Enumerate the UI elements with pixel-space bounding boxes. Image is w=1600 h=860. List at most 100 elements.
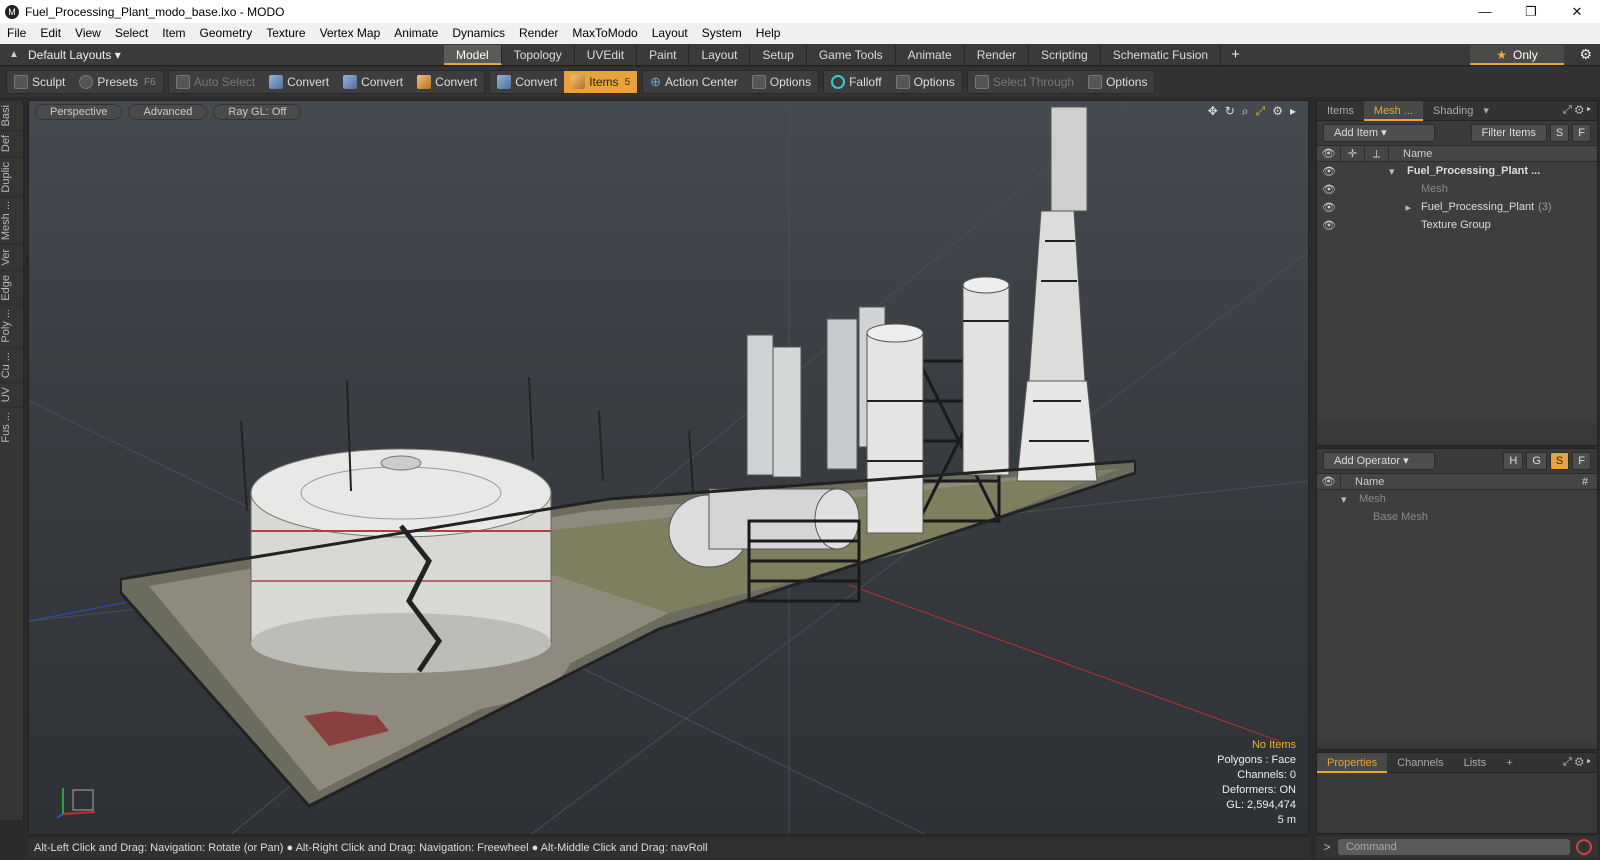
s-toggle-button[interactable]: S [1549,452,1570,470]
tab-setup[interactable]: Setup [750,44,807,65]
restore-button[interactable]: ❐ [1508,0,1554,23]
tab-uvedit[interactable]: UVEdit [575,44,638,65]
tree-row-group[interactable]: 👁 ▸ Fuel_Processing_Plant (3) [1317,198,1597,216]
convert-materials-button[interactable]: Convert [490,71,564,93]
action-center-options-button[interactable]: Options [745,71,818,93]
left-tab-basic[interactable]: Basi [0,100,24,131]
expand-panel-icon[interactable]: ⤢ ⚙ ▸ [1563,104,1597,117]
f-toggle-button[interactable]: F [1572,124,1591,142]
select-through-options-button[interactable]: Options [1081,71,1154,93]
perspective-dropdown[interactable]: Perspective [35,104,123,120]
falloff-options-button[interactable]: Options [889,71,962,93]
3d-viewport[interactable]: Perspective Advanced Ray GL: Off ✥ ↻ ⌕ ⤢… [28,100,1309,835]
convert-edges-button[interactable]: Convert [336,71,410,93]
add-tab-button[interactable]: + [1221,46,1250,63]
tab-paint[interactable]: Paint [637,44,690,65]
tab-schematic-fusion[interactable]: Schematic Fusion [1101,44,1222,65]
eye-icon[interactable]: 👁 [1317,183,1341,196]
tab-items[interactable]: Items [1317,101,1364,121]
convert-polygons-button[interactable]: Convert [410,71,484,93]
tab-animate[interactable]: Animate [896,44,965,65]
command-input[interactable]: Command [1338,839,1570,855]
select-through-button[interactable]: Select Through [968,71,1081,93]
sculpt-button[interactable]: Sculpt [7,71,72,93]
tab-layout[interactable]: Layout [689,44,751,65]
left-tab-mesh[interactable]: Mesh ... [0,196,24,245]
left-tab-duplicate[interactable]: Duplic [0,156,24,197]
eye-icon[interactable]: 👁 [1317,201,1341,214]
expand-arrow-icon[interactable]: ▾ [1389,165,1403,178]
filter-items-button[interactable]: Filter Items [1470,124,1547,142]
menu-layout[interactable]: Layout [645,23,695,44]
viewport-more-icon[interactable]: ▸ [1290,104,1296,119]
minimize-button[interactable]: — [1462,0,1508,23]
close-button[interactable]: ✕ [1554,0,1600,23]
gear-icon[interactable]: ⚙ [1579,46,1592,63]
menu-system[interactable]: System [695,23,749,44]
tab-channels[interactable]: Channels [1387,753,1453,773]
f-toggle-button[interactable]: F [1572,452,1591,470]
g-toggle-button[interactable]: G [1526,452,1547,470]
add-properties-tab-button[interactable]: + [1496,753,1522,773]
left-tab-fusion[interactable]: Fus ... [0,406,24,447]
menu-render[interactable]: Render [512,23,565,44]
tab-game-tools[interactable]: Game Tools [807,44,896,65]
add-operator-button[interactable]: Add Operator ▾ [1323,452,1435,470]
expand-panel-icon[interactable]: ⤢ ⚙ ▸ [1563,756,1597,769]
chevron-down-icon[interactable]: ▾ [1483,104,1489,117]
add-item-button[interactable]: Add Item ▾ [1323,124,1435,142]
record-icon[interactable] [1576,839,1592,855]
menu-maxtomodo[interactable]: MaxToModo [565,23,644,44]
left-tab-edge[interactable]: Edge [0,269,24,305]
menu-dynamics[interactable]: Dynamics [445,23,512,44]
action-center-button[interactable]: ⊕ Action Center [643,71,745,93]
eye-icon[interactable]: 👁 [1317,165,1341,178]
falloff-button[interactable]: Falloff [824,71,888,93]
advanced-dropdown[interactable]: Advanced [128,104,208,120]
left-tab-deform[interactable]: Def [0,130,24,157]
tab-render[interactable]: Render [965,44,1030,65]
s-toggle-button[interactable]: S [1549,124,1570,142]
tab-scripting[interactable]: Scripting [1029,44,1101,65]
raygl-toggle[interactable]: Ray GL: Off [213,104,302,120]
left-tab-curve[interactable]: Cu ... [0,347,24,383]
only-toggle[interactable]: ★ Only [1470,45,1564,65]
tab-shading[interactable]: Shading [1423,101,1483,121]
left-tab-uv[interactable]: UV [0,382,24,407]
fit-icon[interactable]: ⤢ [1256,104,1266,119]
menu-help[interactable]: Help [749,23,788,44]
expand-arrow-icon[interactable]: ▸ [1389,201,1417,214]
menu-view[interactable]: View [68,23,108,44]
menu-edit[interactable]: Edit [33,23,68,44]
h-toggle-button[interactable]: H [1503,452,1524,470]
menu-texture[interactable]: Texture [259,23,312,44]
convert-vertices-button[interactable]: Convert [262,71,336,93]
pan-icon[interactable]: ✥ [1208,104,1218,119]
viewport-gear-icon[interactable]: ⚙ [1272,104,1283,119]
auto-select-button[interactable]: Auto Select [169,71,262,93]
tab-mesh[interactable]: Mesh ... [1363,100,1424,121]
collapse-up-icon[interactable]: ▲ [0,49,28,60]
left-tab-vertex[interactable]: Ver [0,244,24,270]
menu-select[interactable]: Select [108,23,155,44]
left-tab-polygon[interactable]: Poly ... [0,304,24,348]
presets-button[interactable]: Presets F6 [72,71,162,93]
items-mode-button[interactable]: Items 5 [564,71,638,93]
menu-animate[interactable]: Animate [387,23,445,44]
operator-row-base-mesh[interactable]: Base Mesh [1317,508,1597,526]
default-layouts-dropdown[interactable]: Default Layouts ▾ [28,48,121,62]
menu-item[interactable]: Item [155,23,192,44]
tab-model[interactable]: Model [444,44,502,65]
expand-arrow-icon[interactable]: ▾ [1341,493,1355,506]
tab-topology[interactable]: Topology [502,44,575,65]
menu-geometry[interactable]: Geometry [193,23,260,44]
tab-properties[interactable]: Properties [1317,752,1388,773]
menu-file[interactable]: File [0,23,33,44]
tab-lists[interactable]: Lists [1454,753,1497,773]
tree-row-scene[interactable]: 👁 ▾ Fuel_Processing_Plant ... [1317,162,1597,180]
rotate-icon[interactable]: ↻ [1225,104,1235,119]
eye-icon[interactable]: 👁 [1317,219,1341,232]
tree-row-mesh[interactable]: 👁 Mesh [1317,180,1597,198]
tree-row-texture-group[interactable]: 👁 Texture Group [1317,216,1597,234]
menu-vertex-map[interactable]: Vertex Map [313,23,388,44]
